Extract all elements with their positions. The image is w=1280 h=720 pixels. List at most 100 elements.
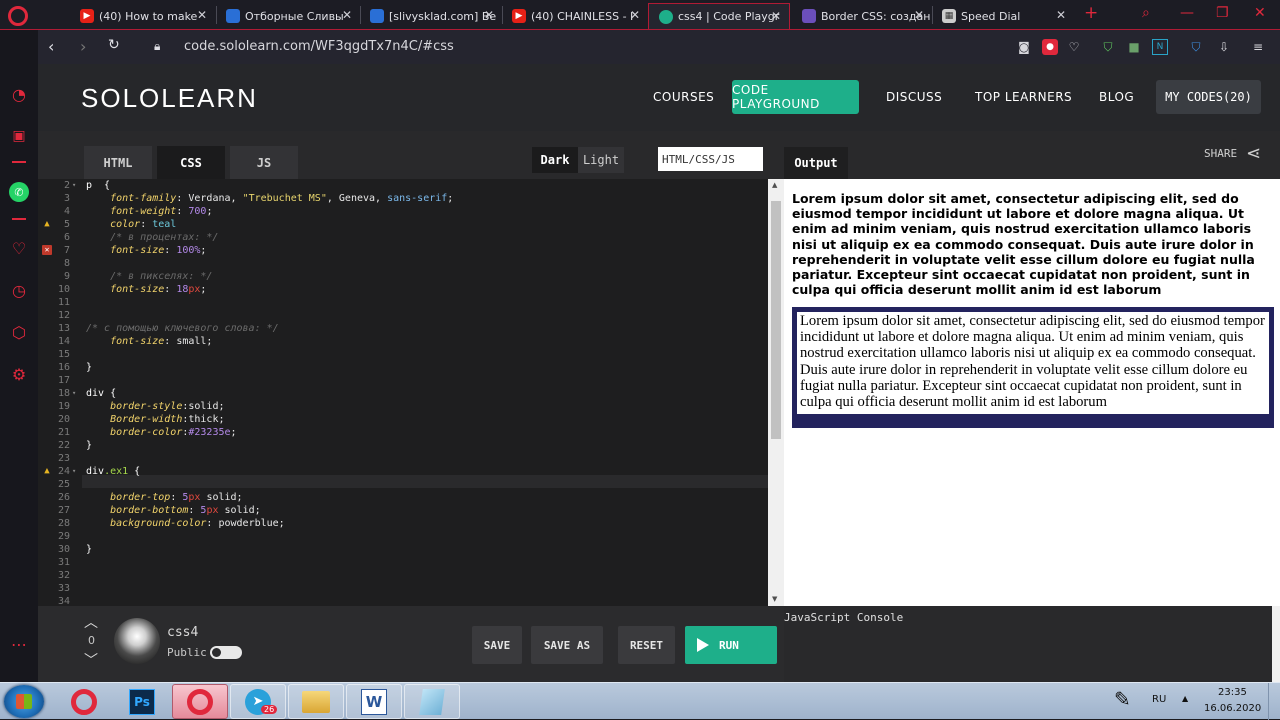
code-title[interactable]: css4 — [167, 625, 198, 640]
code-line[interactable]: 10 font-size: 18px; — [38, 283, 768, 296]
code-line[interactable]: 5 ▲ color: teal — [38, 218, 768, 231]
error-icon[interactable]: ✕ — [42, 245, 52, 255]
fold-icon[interactable]: ▾ — [72, 387, 76, 400]
whatsapp-icon[interactable]: ✆ — [9, 182, 29, 202]
code-line[interactable]: 15 — [38, 348, 768, 361]
code-line[interactable]: 3 font-family: Verdana, "Trebuchet MS", … — [38, 192, 768, 205]
tab-html[interactable]: HTML — [84, 146, 152, 179]
sololearn-logo[interactable]: SOLOLEARN — [81, 83, 258, 114]
nav-discuss[interactable]: DISCUSS — [886, 90, 942, 104]
code-line[interactable]: 21 border-color:#23235e; — [38, 426, 768, 439]
close-window-icon[interactable]: ✕ — [1254, 5, 1266, 21]
new-tab-button[interactable]: + — [1084, 3, 1098, 23]
close-icon[interactable]: ✕ — [771, 9, 781, 23]
code-line[interactable]: 4 font-weight: 700; — [38, 205, 768, 218]
tab-output[interactable]: Output — [784, 147, 848, 179]
code-line[interactable]: 27 border-bottom: 5px solid; — [38, 504, 768, 517]
code-line[interactable]: 25 — [38, 478, 768, 491]
browser-tab-3[interactable]: [slivysklad.com] Be ✕ — [360, 3, 502, 29]
browser-tab-2[interactable]: Отборные Сливы ✕ — [216, 3, 360, 29]
code-line[interactable]: 22} — [38, 439, 768, 452]
browser-tab-active[interactable]: css4 | Code Playgr ✕ — [648, 3, 790, 29]
reset-button[interactable]: RESET — [618, 626, 675, 664]
console-scrollbar[interactable] — [1272, 606, 1280, 682]
fold-icon[interactable]: ▾ — [72, 179, 76, 192]
warning-icon[interactable]: ▲ — [42, 466, 52, 476]
code-line[interactable]: 8 — [38, 257, 768, 270]
code-line[interactable]: 34 — [38, 595, 768, 606]
url-field[interactable]: code.sololearn.com/WF3qgdTx7n4C/#css — [184, 39, 454, 54]
close-icon[interactable]: ✕ — [342, 8, 352, 22]
code-line[interactable]: 11 — [38, 296, 768, 309]
code-line[interactable]: 23 — [38, 452, 768, 465]
taskbar-opera-active[interactable] — [172, 684, 228, 719]
run-button[interactable]: RUN — [685, 626, 777, 664]
close-icon[interactable]: ✕ — [630, 8, 640, 22]
editor-scrollbar-thumb[interactable] — [771, 201, 781, 439]
code-line[interactable]: 26 border-top: 5px solid; — [38, 491, 768, 504]
scroll-down-icon[interactable]: ▼ — [772, 595, 777, 603]
maximize-icon[interactable]: ❐ — [1216, 5, 1229, 21]
taskbar-word[interactable]: W — [346, 684, 402, 719]
scroll-up-icon[interactable]: ▲ — [772, 181, 777, 189]
language-indicator[interactable]: RU — [1152, 694, 1166, 705]
code-line[interactable]: 32 — [38, 569, 768, 582]
taskbar-notepad[interactable] — [404, 684, 460, 719]
theme-light-button[interactable]: Light — [578, 147, 624, 173]
cube-icon[interactable]: ■ — [1126, 39, 1142, 55]
code-line[interactable]: 16} — [38, 361, 768, 374]
close-icon[interactable]: ✕ — [914, 8, 924, 22]
taskbar-telegram[interactable]: ➤ 26 — [230, 684, 286, 719]
tray-expand-icon[interactable]: ▲ — [1182, 694, 1188, 703]
code-line[interactable]: 2 ▾ p { — [38, 179, 768, 192]
code-line[interactable]: 6 /* в процентах: */ — [38, 231, 768, 244]
code-line[interactable]: 7 ✕ font-size: 100%; — [38, 244, 768, 257]
code-line[interactable]: 9 /* в пикселях: */ — [38, 270, 768, 283]
nav-top-learners[interactable]: TOP LEARNERS — [975, 90, 1072, 104]
nav-my-codes[interactable]: MY CODES(20) — [1156, 80, 1261, 114]
warning-icon[interactable]: ▲ — [42, 219, 52, 229]
nav-code-playground[interactable]: CODE PLAYGROUND — [732, 80, 859, 114]
share-button[interactable]: SHARE — [1204, 147, 1237, 160]
heart-icon[interactable]: ♡ — [9, 238, 29, 258]
code-line[interactable]: 19 border-style:solid; — [38, 400, 768, 413]
avatar[interactable] — [114, 618, 160, 664]
code-line[interactable]: 20 Border-width:thick; — [38, 413, 768, 426]
browser-tab-6[interactable]: Border CSS: создан ✕ — [792, 3, 932, 29]
upvote-icon[interactable]: ︿ — [84, 612, 98, 632]
language-select[interactable]: HTML/CSS/JS — [658, 147, 763, 171]
save-as-button[interactable]: SAVE AS — [531, 626, 603, 664]
clock-time[interactable]: 23:35 — [1218, 687, 1247, 698]
clock-icon[interactable]: ◷ — [9, 280, 29, 300]
code-line[interactable]: 14 font-size: small; — [38, 335, 768, 348]
vpn-shield-icon[interactable]: ⛉ — [1188, 39, 1204, 55]
code-line[interactable]: 24 ▾ ▲ div.ex1 { — [38, 465, 768, 478]
fold-icon[interactable]: ▾ — [72, 465, 76, 478]
heart-icon[interactable]: ♡ — [1066, 39, 1082, 55]
code-line[interactable]: 30} — [38, 543, 768, 556]
tab-css[interactable]: CSS — [157, 146, 225, 179]
close-icon[interactable]: ✕ — [1056, 8, 1066, 22]
camera-icon[interactable]: ◙ — [1016, 39, 1032, 55]
public-toggle[interactable] — [210, 646, 242, 659]
tab-js[interactable]: JS — [230, 146, 298, 179]
cube-icon[interactable]: ⬡ — [9, 322, 29, 342]
save-button[interactable]: SAVE — [472, 626, 522, 664]
nav-courses[interactable]: COURSES — [653, 90, 714, 104]
code-line[interactable]: 33 — [38, 582, 768, 595]
share-icon[interactable]: ⋖ — [1246, 143, 1261, 164]
shield-icon[interactable]: ⛉ — [1100, 39, 1116, 55]
code-line[interactable]: 28 background-color: powderblue; — [38, 517, 768, 530]
adblock-icon[interactable]: ● — [1042, 39, 1058, 55]
forward-icon[interactable]: › — [80, 37, 86, 56]
code-line[interactable]: 18 ▾ div { — [38, 387, 768, 400]
code-line[interactable]: 29 — [38, 530, 768, 543]
download-icon[interactable]: ⇩ — [1216, 39, 1232, 55]
code-line[interactable]: 13 /* с помощью ключевого слова: */ — [38, 322, 768, 335]
show-desktop-button[interactable] — [1268, 683, 1280, 720]
theme-dark-button[interactable]: Dark — [532, 147, 578, 173]
browser-tab-7[interactable]: ▦ Speed Dial ✕ — [932, 3, 1074, 29]
downvote-icon[interactable]: ﹀ — [84, 650, 98, 670]
close-icon[interactable]: ✕ — [197, 8, 207, 22]
browser-tab-4[interactable]: ▶ (40) CHAINLESS - I ✕ — [502, 3, 648, 29]
